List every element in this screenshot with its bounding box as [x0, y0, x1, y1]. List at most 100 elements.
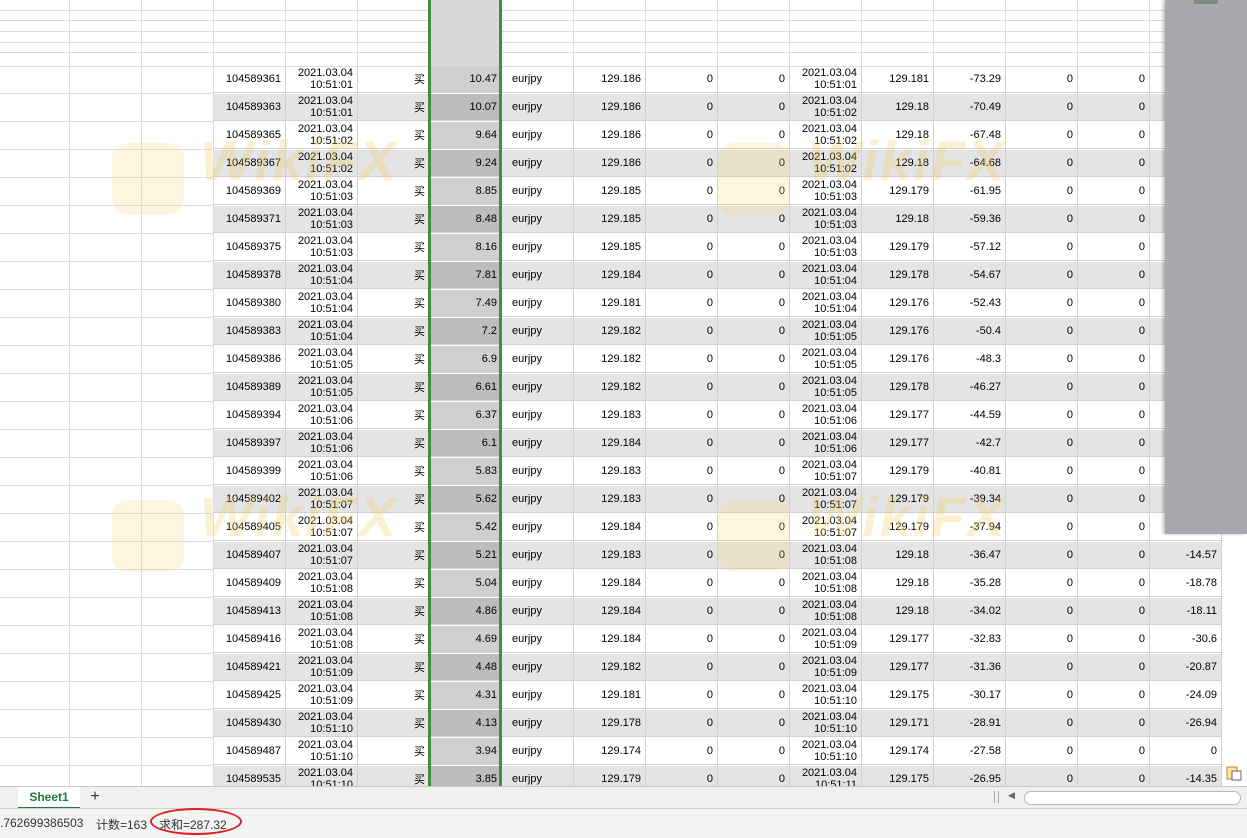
cell-order-id[interactable]: 104589361 — [214, 66, 286, 93]
cell-stop-loss[interactable]: 0 — [646, 430, 718, 457]
cell-commission[interactable]: 0 — [1006, 374, 1078, 401]
cell-open-price[interactable]: 129.179 — [574, 766, 646, 786]
cell-take-profit[interactable]: 0 — [718, 430, 790, 457]
cell-stop-loss[interactable]: 0 — [646, 738, 718, 765]
cell-open-time[interactable]: 2021.03.04 10:51:09 — [286, 682, 358, 709]
cell-lots[interactable]: 4.86 — [430, 598, 502, 625]
side-panel[interactable] — [1165, 0, 1247, 534]
cell-close-price[interactable]: 129.179 — [862, 514, 934, 541]
table-row[interactable]: 104589397 2021.03.04 10:51:06 买 6.1 eurjpy 129… — [0, 430, 1247, 458]
cell-lots[interactable]: 9.24 — [430, 150, 502, 177]
cell-lots[interactable]: 7.49 — [430, 290, 502, 317]
cell-open-time[interactable]: 2021.03.04 10:51:03 — [286, 206, 358, 233]
cell-close-time[interactable]: 2021.03.04 10:51:05 — [790, 346, 862, 373]
cell-open-time[interactable]: 2021.03.04 10:51:10 — [286, 710, 358, 737]
cell-symbol[interactable]: eurjpy — [502, 486, 574, 513]
cell-commission[interactable]: 0 — [1006, 738, 1078, 765]
cell-order-id[interactable]: 104589369 — [214, 178, 286, 205]
cell-lots[interactable]: 8.16 — [430, 234, 502, 261]
cell-profit[interactable]: -54.67 — [934, 262, 1006, 289]
cell-take-profit[interactable]: 0 — [718, 766, 790, 786]
cell-close-price[interactable]: 129.18 — [862, 570, 934, 597]
cell-symbol[interactable]: eurjpy — [502, 570, 574, 597]
cell-commission[interactable]: 0 — [1006, 598, 1078, 625]
cell-direction[interactable]: 买 — [358, 514, 430, 541]
cell-direction[interactable]: 买 — [358, 290, 430, 317]
cell-direction[interactable]: 买 — [358, 542, 430, 569]
cell-close-time[interactable]: 2021.03.04 10:51:03 — [790, 234, 862, 261]
cell-close-price[interactable]: 129.177 — [862, 402, 934, 429]
table-row[interactable]: 104589394 2021.03.04 10:51:06 买 6.37 eurjpy 12… — [0, 402, 1247, 430]
cell-extra[interactable]: 0 — [1150, 738, 1222, 765]
cell-lots[interactable]: 7.81 — [430, 262, 502, 289]
cell-lots[interactable]: 8.85 — [430, 178, 502, 205]
cell-lots[interactable]: 6.9 — [430, 346, 502, 373]
cell-close-price[interactable]: 129.175 — [862, 766, 934, 786]
cell-symbol[interactable]: eurjpy — [502, 458, 574, 485]
cell-stop-loss[interactable]: 0 — [646, 654, 718, 681]
cell-open-price[interactable]: 129.184 — [574, 430, 646, 457]
table-row[interactable]: 104589535 2021.03.04 10:51:10 买 3.85 eurjpy 12… — [0, 766, 1247, 786]
cell-open-price[interactable]: 129.181 — [574, 290, 646, 317]
cell-open-price[interactable]: 129.182 — [574, 654, 646, 681]
table-row[interactable]: 104589363 2021.03.04 10:51:01 买 10.07 eurjpy 1… — [0, 94, 1247, 122]
cell-symbol[interactable]: eurjpy — [502, 430, 574, 457]
cell-order-id[interactable]: 104589389 — [214, 374, 286, 401]
cell-stop-loss[interactable]: 0 — [646, 570, 718, 597]
cell-lots[interactable]: 5.42 — [430, 514, 502, 541]
cell-lots[interactable]: 6.61 — [430, 374, 502, 401]
cell-profit[interactable]: -64.68 — [934, 150, 1006, 177]
horizontal-scrollbar[interactable] — [1024, 791, 1241, 805]
cell-profit[interactable]: -31.36 — [934, 654, 1006, 681]
cell-symbol[interactable]: eurjpy — [502, 654, 574, 681]
cell-commission[interactable]: 0 — [1006, 234, 1078, 261]
scroll-left-arrow-icon[interactable]: ◀ — [1008, 790, 1015, 801]
cell-swap[interactable]: 0 — [1078, 206, 1150, 233]
cell-take-profit[interactable]: 0 — [718, 66, 790, 93]
cell-open-time[interactable]: 2021.03.04 10:51:09 — [286, 654, 358, 681]
cell-close-time[interactable]: 2021.03.04 10:51:02 — [790, 122, 862, 149]
cell-order-id[interactable]: 104589425 — [214, 682, 286, 709]
cell-profit[interactable]: -36.47 — [934, 542, 1006, 569]
cell-take-profit[interactable]: 0 — [718, 206, 790, 233]
cell-stop-loss[interactable]: 0 — [646, 290, 718, 317]
cell-lots[interactable]: 3.94 — [430, 738, 502, 765]
cell-close-time[interactable]: 2021.03.04 10:51:06 — [790, 430, 862, 457]
cell-stop-loss[interactable]: 0 — [646, 514, 718, 541]
cell-commission[interactable]: 0 — [1006, 206, 1078, 233]
cell-symbol[interactable]: eurjpy — [502, 178, 574, 205]
cell-close-price[interactable]: 129.18 — [862, 206, 934, 233]
cell-close-time[interactable]: 2021.03.04 10:51:02 — [790, 94, 862, 121]
cell-open-price[interactable]: 129.182 — [574, 318, 646, 345]
table-row[interactable]: 104589371 2021.03.04 10:51:03 买 8.48 eurjpy 12… — [0, 206, 1247, 234]
cell-take-profit[interactable]: 0 — [718, 318, 790, 345]
cell-open-price[interactable]: 129.178 — [574, 710, 646, 737]
cell-commission[interactable]: 0 — [1006, 178, 1078, 205]
cell-symbol[interactable]: eurjpy — [502, 402, 574, 429]
cell-open-price[interactable]: 129.183 — [574, 402, 646, 429]
cell-direction[interactable]: 买 — [358, 150, 430, 177]
cell-direction[interactable]: 买 — [358, 458, 430, 485]
cell-swap[interactable]: 0 — [1078, 766, 1150, 786]
cell-take-profit[interactable]: 0 — [718, 570, 790, 597]
cell-order-id[interactable]: 104589386 — [214, 346, 286, 373]
cell-open-time[interactable]: 2021.03.04 10:51:07 — [286, 542, 358, 569]
cell-take-profit[interactable]: 0 — [718, 654, 790, 681]
cell-symbol[interactable]: eurjpy — [502, 626, 574, 653]
cell-stop-loss[interactable]: 0 — [646, 94, 718, 121]
cell-swap[interactable]: 0 — [1078, 178, 1150, 205]
cell-close-price[interactable]: 129.18 — [862, 150, 934, 177]
cell-open-time[interactable]: 2021.03.04 10:51:03 — [286, 234, 358, 261]
cell-swap[interactable]: 0 — [1078, 262, 1150, 289]
cell-take-profit[interactable]: 0 — [718, 738, 790, 765]
cell-close-price[interactable]: 129.178 — [862, 374, 934, 401]
cell-order-id[interactable]: 104589535 — [214, 766, 286, 786]
cell-close-time[interactable]: 2021.03.04 10:51:07 — [790, 486, 862, 513]
cell-open-time[interactable]: 2021.03.04 10:51:06 — [286, 402, 358, 429]
cell-open-price[interactable]: 129.181 — [574, 682, 646, 709]
sheet-tab-sheet1[interactable]: Sheet1 — [18, 787, 80, 809]
cell-stop-loss[interactable]: 0 — [646, 318, 718, 345]
cell-lots[interactable]: 5.62 — [430, 486, 502, 513]
cell-profit[interactable]: -42.7 — [934, 430, 1006, 457]
cell-commission[interactable]: 0 — [1006, 766, 1078, 786]
